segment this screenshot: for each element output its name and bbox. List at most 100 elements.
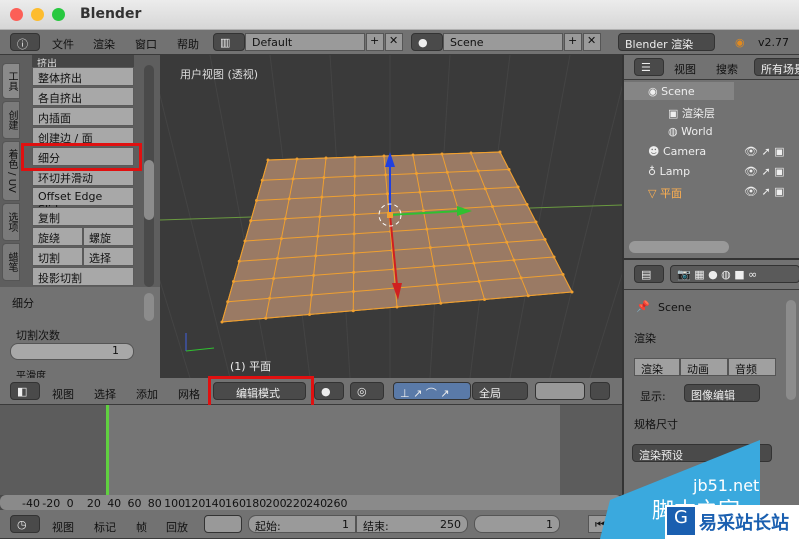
audio-button[interactable]: 音频: [728, 358, 776, 376]
context-tabs[interactable]: 📷 ▦ ● ◍ ■ ∞: [670, 265, 799, 283]
mesh-vertex: [498, 222, 502, 226]
outliner-item[interactable]: ▣ 渲染层: [668, 105, 715, 121]
layout-icon[interactable]: ▥: [213, 33, 245, 51]
pin-icon[interactable]: 📌: [636, 300, 650, 313]
outliner-item[interactable]: ▽ 平面: [648, 185, 682, 201]
display-select[interactable]: 图像编辑: [684, 384, 760, 402]
3d-viewport[interactable]: 用户视图 (透视) (1) 平面: [160, 55, 622, 378]
animation-button[interactable]: 动画: [680, 358, 728, 376]
tool-button[interactable]: 内插面: [32, 107, 134, 126]
tool-button[interactable]: 各自挤出: [32, 87, 134, 106]
maximize-button[interactable]: [52, 8, 65, 21]
add-scene-icon[interactable]: +: [564, 33, 582, 51]
cuts-field[interactable]: 1: [10, 343, 134, 360]
select-mode-icons[interactable]: [535, 382, 585, 400]
outliner-scrollbar[interactable]: [629, 241, 729, 253]
mesh-vertex: [266, 158, 270, 162]
add-icon[interactable]: +: [366, 33, 384, 51]
visibility-icons[interactable]: 👁 ➚ ▣: [744, 185, 785, 198]
tool-button[interactable]: 选择: [83, 247, 134, 266]
end-frame-field[interactable]: 结束: 250: [356, 515, 468, 533]
outliner-item[interactable]: ☻ Camera: [648, 145, 706, 158]
tool-button[interactable]: Offset Edge Slide: [32, 187, 134, 216]
tool-scrollbar[interactable]: [144, 65, 154, 287]
tl-menu-frame[interactable]: 帧: [136, 519, 147, 535]
tool-button[interactable]: 复制: [32, 207, 134, 226]
mesh-vertex: [552, 255, 556, 259]
pivot-select[interactable]: ◎: [350, 382, 384, 400]
menu-mesh[interactable]: 网格: [178, 386, 200, 402]
tool-button[interactable]: 旋绕: [32, 227, 83, 246]
tl-menu-view[interactable]: 视图: [52, 519, 74, 535]
info-icon[interactable]: ⓘ: [10, 33, 40, 51]
outliner-item[interactable]: ♁ Lamp: [648, 165, 690, 178]
frame-tick: 60: [127, 497, 142, 510]
outliner-menu-search[interactable]: 搜索: [716, 61, 738, 77]
outliner-menu-view[interactable]: 视图: [674, 61, 696, 77]
manipulator-icons[interactable]: ⊥ ↗ ⌒ ↗: [393, 382, 471, 400]
display-label: 显示:: [640, 390, 666, 403]
tool-button[interactable]: 投影切割: [32, 267, 134, 286]
menu-add[interactable]: 添加: [136, 386, 158, 402]
keying-lock-icon[interactable]: [204, 515, 242, 533]
tool-button[interactable]: 切割: [32, 247, 83, 266]
tool-button[interactable]: 螺旋: [83, 227, 134, 246]
current-frame-field[interactable]: 1: [474, 515, 560, 533]
orientation-select[interactable]: 全局: [472, 382, 528, 400]
scene-icon[interactable]: ●: [411, 33, 443, 51]
visibility-icons[interactable]: 👁 ➚ ▣: [744, 145, 785, 158]
mesh-vertex: [483, 187, 487, 191]
operator-scrollbar[interactable]: [144, 293, 154, 321]
mesh-vertex: [498, 150, 502, 154]
layout-field[interactable]: Default: [245, 33, 365, 51]
delete-scene-icon[interactable]: ✕: [583, 33, 601, 51]
tab-shading-uv[interactable]: 着色 / UV: [2, 141, 20, 201]
outliner-type-icon[interactable]: ☰: [634, 58, 664, 76]
tl-menu-marker[interactable]: 标记: [94, 519, 116, 535]
shading-select[interactable]: ●: [314, 382, 344, 400]
mesh-vertex: [353, 193, 357, 197]
title-bar: Blender: [0, 0, 799, 30]
menu-window[interactable]: 窗口: [135, 36, 157, 52]
tab-create[interactable]: 创建: [2, 101, 20, 139]
properties-type-icon[interactable]: ▤: [634, 265, 664, 283]
tool-button[interactable]: 整体挤出: [32, 67, 134, 86]
menu-help[interactable]: 帮助: [177, 36, 199, 52]
menu-render[interactable]: 渲染: [93, 36, 115, 52]
end-value: 250: [440, 518, 461, 531]
clock-icon[interactable]: ◷: [10, 515, 40, 533]
editor-type-icon[interactable]: ◧: [10, 382, 40, 400]
close-icon[interactable]: ✕: [385, 33, 403, 51]
outliner-filter[interactable]: 所有场景: [754, 58, 799, 76]
scene-field[interactable]: Scene: [443, 33, 563, 51]
visibility-icons[interactable]: 👁 ➚ ▣: [744, 165, 785, 178]
frame-tick: 20: [86, 497, 101, 510]
occlude-icon[interactable]: [590, 382, 610, 400]
panel-render[interactable]: 渲染: [634, 330, 656, 346]
current-frame-line[interactable]: [106, 405, 109, 495]
start-frame-field[interactable]: 起始: 1: [248, 515, 356, 533]
menu-select[interactable]: 选择: [94, 386, 116, 402]
tab-options[interactable]: 选项: [2, 203, 20, 241]
timeline[interactable]: [0, 405, 622, 495]
frame-tick: 160: [225, 497, 246, 510]
close-button[interactable]: [10, 8, 23, 21]
render-button[interactable]: 渲染: [634, 358, 680, 376]
minimize-button[interactable]: [31, 8, 44, 21]
mesh-vertex: [320, 195, 324, 199]
timeline-header: ◷ 视图 标记 帧 回放 起始: 1 结束: 250 1 ⏮: [0, 510, 622, 539]
menu-file[interactable]: 文件: [52, 36, 74, 52]
properties-scrollbar[interactable]: [786, 300, 796, 400]
mesh-vertex: [352, 213, 356, 217]
blender-logo-icon: ◉: [735, 36, 745, 49]
item-icon: ♁: [648, 165, 657, 178]
menu-view[interactable]: 视图: [52, 386, 74, 402]
mesh-vertex: [411, 153, 415, 157]
tl-menu-playback[interactable]: 回放: [166, 519, 188, 535]
outliner-item[interactable]: ◉ Scene: [648, 85, 695, 98]
panel-dimensions[interactable]: 规格尺寸: [634, 416, 678, 432]
outliner-item[interactable]: ◍ World: [668, 125, 713, 138]
tab-grease-pencil[interactable]: 蜡笔: [2, 243, 20, 281]
tab-tools[interactable]: 工具: [2, 63, 20, 99]
render-engine-select[interactable]: Blender 渲染: [618, 33, 715, 51]
